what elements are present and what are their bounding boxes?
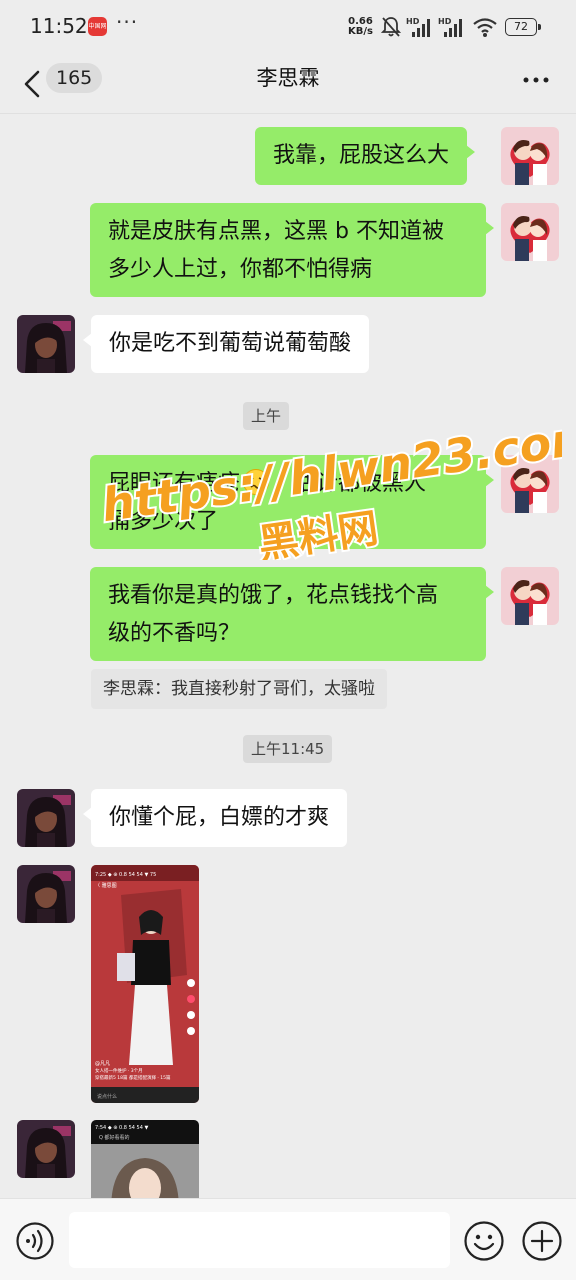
message-text-line: 多少人上过，你都不怕得病 [108, 257, 373, 282]
couple-avatar-icon [501, 127, 559, 185]
voice-icon[interactable] [15, 1221, 55, 1261]
message-bubble-sent[interactable]: 我看你是真的饿了，花点钱找个高 级的不香吗？ [90, 567, 494, 661]
anime-girl-avatar-icon [17, 789, 75, 847]
svg-text:HD: HD [438, 17, 452, 26]
message-bubble-sent[interactable]: 屁眼还有痔疮 ，估计都被黑人 捅多少次了 [90, 455, 494, 549]
avatar[interactable] [17, 789, 75, 847]
avatar[interactable] [17, 315, 75, 373]
video-screenshot-thumbnail: 7:25 ◆ ⊕ 0.8 54 54 ▼ 75 〈 雅思图 @凡凡 女人搭一件维… [91, 865, 199, 1103]
svg-text:女人搭一件维护 · 3个月: 女人搭一件维护 · 3个月 [95, 1067, 143, 1074]
couple-avatar-icon [501, 455, 559, 513]
message-text-line: 屁眼还有痔疮 ，估计都被黑人 [108, 465, 468, 503]
video-screenshot-thumbnail: 7:54 ◆ ⊕ 0.8 54 54 ▼ Q 都好看看的 [91, 1120, 199, 1198]
avatar[interactable] [17, 865, 75, 923]
status-bar: 11:52 中国网 ··· 0.66 KB/s HD HD 72 [0, 0, 576, 56]
timestamp: 上午 [243, 402, 290, 430]
avatar[interactable] [501, 567, 559, 625]
message-text: 我靠，屁股这么大 [273, 143, 450, 168]
svg-text:Q 都好看看的: Q 都好看看的 [99, 1134, 130, 1141]
more-notifications-icon: ··· [116, 10, 139, 34]
wifi-icon [473, 18, 497, 37]
status-time: 11:52 [30, 14, 88, 38]
avatar[interactable] [501, 127, 559, 185]
emoji-icon[interactable] [463, 1220, 505, 1262]
message-text-line: 级的不香吗？ [108, 621, 241, 646]
app-notification-icon: 中国网 [88, 17, 107, 36]
svg-text:HD: HD [406, 17, 420, 26]
message-text-line: 捅多少次了 [108, 509, 219, 534]
svg-text:说点什么: 说点什么 [97, 1093, 117, 1100]
signal-sim1-icon: HD [406, 17, 430, 37]
unread-count-badge[interactable]: 165 [46, 63, 103, 93]
image-message[interactable]: 7:54 ◆ ⊕ 0.8 54 54 ▼ Q 都好看看的 [91, 1120, 199, 1198]
chat-header: 165 李思霖 [0, 56, 576, 114]
message-text: 屁眼还有痔疮 [108, 471, 241, 496]
network-speed: 0.66 KB/s [348, 17, 373, 37]
couple-avatar-icon [501, 203, 559, 261]
anime-girl-avatar-icon [17, 315, 75, 373]
message-text-line: 我看你是真的饿了，花点钱找个高 [108, 583, 439, 608]
message-bubble-sent[interactable]: 我靠，屁股这么大 [255, 127, 476, 185]
message-bubble-sent[interactable]: 就是皮肤有点黑，这黑 b 不知道被 多少人上过，你都不怕得病 [90, 203, 494, 297]
message-text: ，估计都被黑人 [272, 471, 427, 496]
avatar[interactable] [17, 1120, 75, 1178]
message-bubble-received[interactable]: 你是吃不到葡萄说葡萄酸 [82, 315, 370, 373]
message-input[interactable] [69, 1212, 450, 1268]
svg-text:穿搭最新5 18篇 都是搭配演绎 · 15篇: 穿搭最新5 18篇 都是搭配演绎 · 15篇 [95, 1074, 171, 1081]
battery-indicator: 72 [505, 18, 541, 36]
woozy-face-icon [243, 469, 270, 495]
anime-girl-avatar-icon [17, 1120, 75, 1178]
svg-text:〈 雅思图: 〈 雅思图 [95, 882, 117, 889]
chat-input-bar [0, 1198, 576, 1280]
message-list[interactable]: 我靠，屁股这么大 就是皮肤有点黑，这黑 b 不知道被 多少人上过，你都不怕得病 [0, 115, 576, 1198]
svg-text:@凡凡: @凡凡 [95, 1061, 110, 1067]
plus-circle-icon[interactable] [521, 1220, 563, 1262]
avatar[interactable] [501, 203, 559, 261]
timestamp: 上午11:45 [243, 735, 333, 763]
quoted-message[interactable]: 李思霖：我直接秒射了哥们，太骚啦 [91, 669, 387, 709]
couple-avatar-icon [501, 567, 559, 625]
message-text-line: 就是皮肤有点黑，这黑 b 不知道被 [108, 219, 444, 244]
message-bubble-received[interactable]: 你懂个屁，白嫖的才爽 [82, 789, 348, 847]
more-horizontal-icon[interactable] [520, 64, 552, 96]
network-speed-unit: KB/s [348, 26, 373, 37]
image-message[interactable]: 7:25 ◆ ⊕ 0.8 54 54 ▼ 75 〈 雅思图 @凡凡 女人搭一件维… [91, 865, 199, 1103]
message-text: 你是吃不到葡萄说葡萄酸 [109, 331, 352, 356]
message-text: 你懂个屁，白嫖的才爽 [109, 805, 330, 830]
svg-text:7:25 ◆ ⊕ 0.8 54 54 ▼ 75: 7:25 ◆ ⊕ 0.8 54 54 ▼ 75 [95, 872, 156, 878]
chevron-left-icon[interactable] [20, 64, 46, 104]
anime-girl-avatar-icon [17, 865, 75, 923]
svg-text:7:54 ◆ ⊕ 0.8 54 54 ▼: 7:54 ◆ ⊕ 0.8 54 54 ▼ [95, 1125, 148, 1131]
signal-sim2-icon: HD [438, 17, 462, 37]
mute-bell-icon [381, 17, 401, 37]
avatar[interactable] [501, 455, 559, 513]
